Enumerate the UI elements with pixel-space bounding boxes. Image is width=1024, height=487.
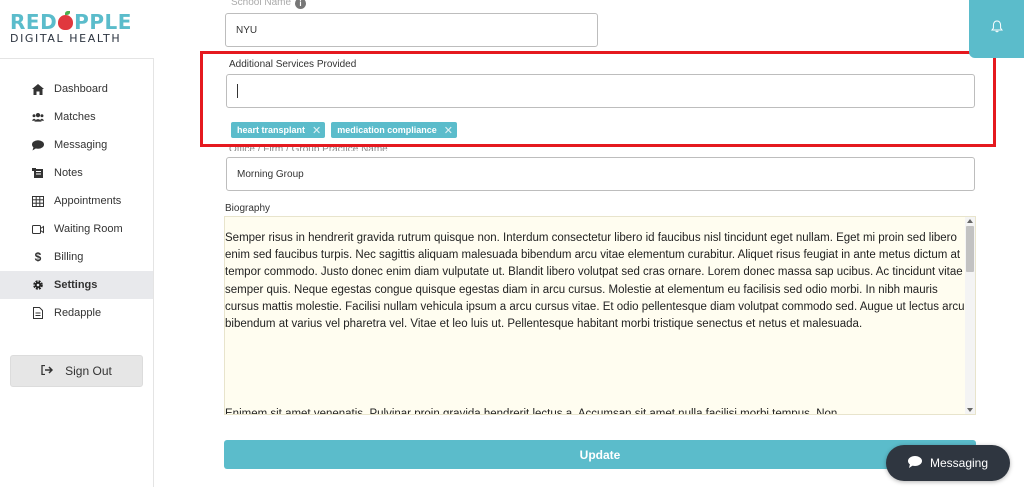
sidebar-item-label: Messaging xyxy=(54,139,108,151)
logo-subtitle: DIGITAL HEALTH xyxy=(10,32,122,45)
scroll-down-arrow-icon[interactable] xyxy=(967,408,973,412)
calendar-grid-icon xyxy=(32,195,44,207)
messaging-widget-label: Messaging xyxy=(929,456,989,470)
home-icon xyxy=(32,83,44,95)
office-name-input[interactable]: Morning Group xyxy=(226,157,975,191)
scroll-up-arrow-icon[interactable] xyxy=(967,219,973,223)
sidebar-item-billing[interactable]: $ Billing xyxy=(0,243,153,271)
sidebar-nav: Dashboard Matches Messaging Notes Appoin… xyxy=(0,59,153,327)
sign-out-label: Sign Out xyxy=(65,364,112,378)
notes-icon xyxy=(32,167,44,179)
biography-label: Biography xyxy=(225,203,271,214)
bell-icon xyxy=(990,20,1003,38)
sidebar-item-appointments[interactable]: Appointments xyxy=(0,187,153,215)
sidebar-item-label: Waiting Room xyxy=(54,223,123,235)
sidebar: Dashboard Matches Messaging Notes Appoin… xyxy=(0,58,154,487)
office-name-value: Morning Group xyxy=(237,168,304,180)
sign-out-icon xyxy=(41,364,54,378)
redapple-logo[interactable]: RED PPLE DIGITAL HEALTH xyxy=(10,10,150,45)
school-name-label-text: School Name xyxy=(231,0,292,8)
sidebar-item-label: Dashboard xyxy=(54,83,108,95)
sidebar-item-label: Notes xyxy=(54,167,83,179)
chat-icon xyxy=(32,139,44,151)
biography-scrollbar[interactable] xyxy=(965,217,975,414)
biography-textarea[interactable]: Semper risus in hendrerit gravida rutrum… xyxy=(224,216,976,415)
notifications-button[interactable] xyxy=(969,0,1024,58)
sidebar-item-messaging[interactable]: Messaging xyxy=(0,131,153,159)
sidebar-item-label: Settings xyxy=(54,279,98,291)
sidebar-item-label: Billing xyxy=(54,251,84,263)
logo-wordmark: RED PPLE xyxy=(10,10,150,34)
document-icon xyxy=(32,307,44,319)
logo-text-pple: PPLE xyxy=(74,10,132,34)
highlight-annotation xyxy=(200,51,996,147)
app-root: RED PPLE DIGITAL HEALTH Dashboard Matches… xyxy=(0,0,1024,487)
sidebar-item-waiting-room[interactable]: Waiting Room xyxy=(0,215,153,243)
sidebar-item-redapple[interactable]: Redapple xyxy=(0,299,153,327)
info-icon[interactable]: i xyxy=(295,0,307,9)
users-icon xyxy=(32,111,44,123)
sidebar-item-label: Redapple xyxy=(54,307,102,319)
school-name-value: NYU xyxy=(236,24,258,36)
logo-text-red: RED xyxy=(10,10,58,34)
chat-bubble-icon xyxy=(907,455,922,471)
gear-icon xyxy=(32,279,44,291)
sidebar-item-settings[interactable]: Settings xyxy=(0,271,153,299)
dollar-icon: $ xyxy=(34,250,42,264)
sidebar-item-dashboard[interactable]: Dashboard xyxy=(0,75,153,103)
sidebar-item-label: Matches xyxy=(54,111,96,123)
sidebar-item-matches[interactable]: Matches xyxy=(0,103,153,131)
video-icon xyxy=(32,223,44,235)
sidebar-item-notes[interactable]: Notes xyxy=(0,159,153,187)
scrollbar-thumb[interactable] xyxy=(966,226,974,272)
biography-paragraph: Enimem sit amet venenatis. Pulvinar proi… xyxy=(225,408,838,415)
sidebar-item-label: Appointments xyxy=(54,195,122,207)
sign-out-button[interactable]: Sign Out xyxy=(10,355,143,387)
school-name-label: School Name i xyxy=(231,0,307,9)
messaging-widget-button[interactable]: Messaging xyxy=(886,445,1010,481)
school-name-input[interactable]: NYU xyxy=(225,13,598,47)
update-button[interactable]: Update xyxy=(224,440,976,469)
apple-icon xyxy=(58,11,74,30)
biography-paragraph: Semper risus in hendrerit gravida rutrum… xyxy=(225,232,965,331)
